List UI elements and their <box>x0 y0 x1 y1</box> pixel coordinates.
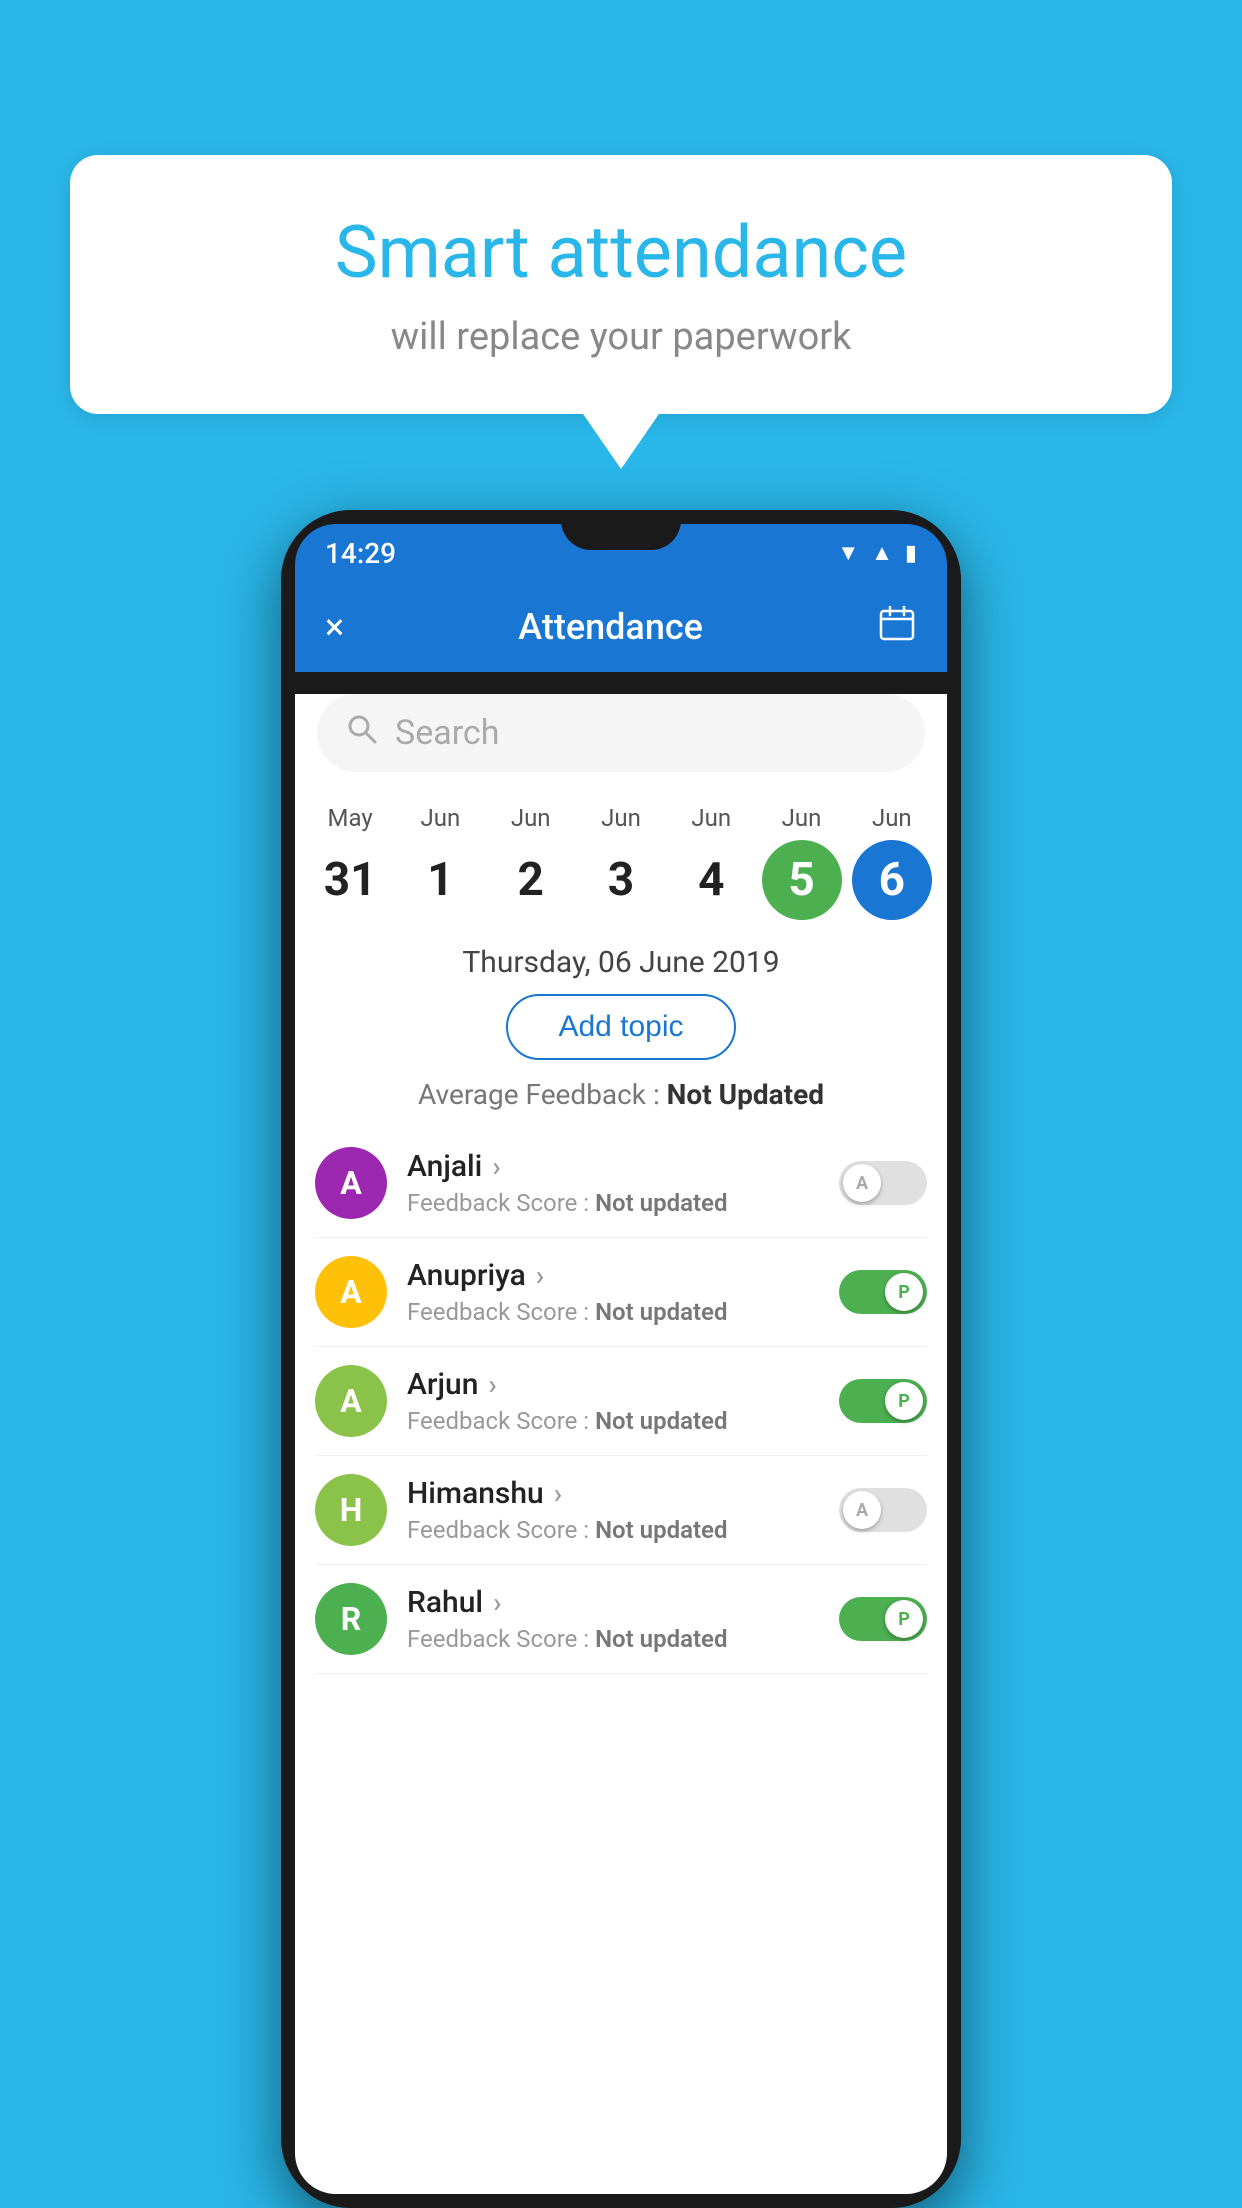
speech-bubble-title: Smart attendance <box>130 210 1112 295</box>
avatar: H <box>315 1474 387 1546</box>
attendance-toggle[interactable]: P <box>839 1379 927 1423</box>
student-item[interactable]: A Anupriya Feedback Score : Not updated P <box>315 1238 927 1347</box>
avg-feedback-label: Average Feedback : <box>418 1078 667 1111</box>
app-bar-title: Attendance <box>518 606 703 648</box>
calendar-date-number: 3 <box>581 840 661 920</box>
battery-icon: ▮ <box>905 541 917 566</box>
calendar-day[interactable]: May 31 <box>310 804 390 920</box>
calendar-day[interactable]: Jun 5 <box>762 804 842 920</box>
calendar-month-label: Jun <box>601 804 641 832</box>
toggle-knob: P <box>885 1600 923 1638</box>
toggle-knob: A <box>843 1164 881 1202</box>
toggle-container[interactable]: P <box>839 1379 927 1423</box>
calendar-month-label: Jun <box>872 804 912 832</box>
student-feedback: Feedback Score : Not updated <box>407 1189 819 1217</box>
toggle-container[interactable]: A <box>839 1161 927 1205</box>
toggle-knob: P <box>885 1273 923 1311</box>
student-item[interactable]: A Anjali Feedback Score : Not updated A <box>315 1129 927 1238</box>
student-info: Anupriya Feedback Score : Not updated <box>407 1258 819 1326</box>
calendar-row: May 31 Jun 1 Jun 2 Jun 3 Jun 4 Jun 5 Jun 6 <box>295 794 947 925</box>
avatar: A <box>315 1365 387 1437</box>
phone-inner: 14:29 ▼ ▲ ▮ × Attendance <box>281 510 961 2208</box>
student-info: Rahul Feedback Score : Not updated <box>407 1585 819 1653</box>
search-bar[interactable]: Search <box>317 694 925 772</box>
calendar-day[interactable]: Jun 3 <box>581 804 661 920</box>
close-button[interactable]: × <box>325 606 344 648</box>
add-topic-button[interactable]: Add topic <box>506 994 735 1060</box>
toggle-container[interactable]: A <box>839 1488 927 1532</box>
calendar-date-number: 6 <box>852 840 932 920</box>
status-time: 14:29 <box>325 537 396 570</box>
calendar-date-number: 31 <box>310 840 390 920</box>
student-name: Rahul <box>407 1585 819 1620</box>
status-icons: ▼ ▲ ▮ <box>837 540 917 566</box>
search-input[interactable]: Search <box>395 713 499 753</box>
avg-feedback-value: Not Updated <box>667 1078 824 1111</box>
calendar-day[interactable]: Jun 6 <box>852 804 932 920</box>
student-name: Himanshu <box>407 1476 819 1511</box>
avg-feedback: Average Feedback : Not Updated <box>295 1078 947 1111</box>
wifi-icon: ▼ <box>837 540 859 566</box>
screen-content: Search May 31 Jun 1 Jun 2 Jun 3 Jun 4 Jun 5 Jun 6 Thu… <box>295 694 947 2194</box>
avatar: R <box>315 1583 387 1655</box>
calendar-month-label: Jun <box>511 804 551 832</box>
attendance-toggle[interactable]: P <box>839 1270 927 1314</box>
attendance-toggle[interactable]: P <box>839 1597 927 1641</box>
toggle-knob: P <box>885 1382 923 1420</box>
student-name: Anjali <box>407 1149 819 1184</box>
toggle-container[interactable]: P <box>839 1597 927 1641</box>
calendar-month-label: Jun <box>691 804 731 832</box>
student-info: Anjali Feedback Score : Not updated <box>407 1149 819 1217</box>
selected-date-label: Thursday, 06 June 2019 <box>295 925 947 994</box>
calendar-month-label: May <box>328 804 373 832</box>
student-name: Anupriya <box>407 1258 819 1293</box>
speech-bubble: Smart attendance will replace your paper… <box>70 155 1172 414</box>
avatar: A <box>315 1147 387 1219</box>
toggle-container[interactable]: P <box>839 1270 927 1314</box>
calendar-date-number: 4 <box>671 840 751 920</box>
student-feedback: Feedback Score : Not updated <box>407 1298 819 1326</box>
student-info: Himanshu Feedback Score : Not updated <box>407 1476 819 1544</box>
speech-bubble-container: Smart attendance will replace your paper… <box>70 155 1172 414</box>
calendar-button[interactable] <box>877 603 917 652</box>
student-item[interactable]: A Arjun Feedback Score : Not updated P <box>315 1347 927 1456</box>
search-icon <box>345 712 379 755</box>
phone-container: 14:29 ▼ ▲ ▮ × Attendance <box>281 510 961 2208</box>
calendar-date-number: 2 <box>491 840 571 920</box>
calendar-month-label: Jun <box>782 804 822 832</box>
calendar-date-number: 1 <box>400 840 480 920</box>
phone-notch <box>561 510 681 550</box>
student-feedback: Feedback Score : Not updated <box>407 1407 819 1435</box>
calendar-date-number: 5 <box>762 840 842 920</box>
phone-mockup: 14:29 ▼ ▲ ▮ × Attendance <box>281 510 961 2208</box>
student-item[interactable]: H Himanshu Feedback Score : Not updated A <box>315 1456 927 1565</box>
student-feedback: Feedback Score : Not updated <box>407 1625 819 1653</box>
student-name: Arjun <box>407 1367 819 1402</box>
student-list: AAnjaliFeedback Score : Not updatedAAAnu… <box>295 1129 947 1674</box>
attendance-toggle[interactable]: A <box>839 1488 927 1532</box>
student-feedback: Feedback Score : Not updated <box>407 1516 819 1544</box>
student-item[interactable]: R Rahul Feedback Score : Not updated P <box>315 1565 927 1674</box>
attendance-toggle[interactable]: A <box>839 1161 927 1205</box>
calendar-day[interactable]: Jun 4 <box>671 804 751 920</box>
calendar-day[interactable]: Jun 1 <box>400 804 480 920</box>
speech-bubble-subtitle: will replace your paperwork <box>130 315 1112 359</box>
toggle-knob: A <box>843 1491 881 1529</box>
app-bar: × Attendance <box>295 582 947 672</box>
student-info: Arjun Feedback Score : Not updated <box>407 1367 819 1435</box>
calendar-day[interactable]: Jun 2 <box>491 804 571 920</box>
calendar-month-label: Jun <box>421 804 461 832</box>
avatar: A <box>315 1256 387 1328</box>
signal-icon: ▲ <box>871 540 893 566</box>
